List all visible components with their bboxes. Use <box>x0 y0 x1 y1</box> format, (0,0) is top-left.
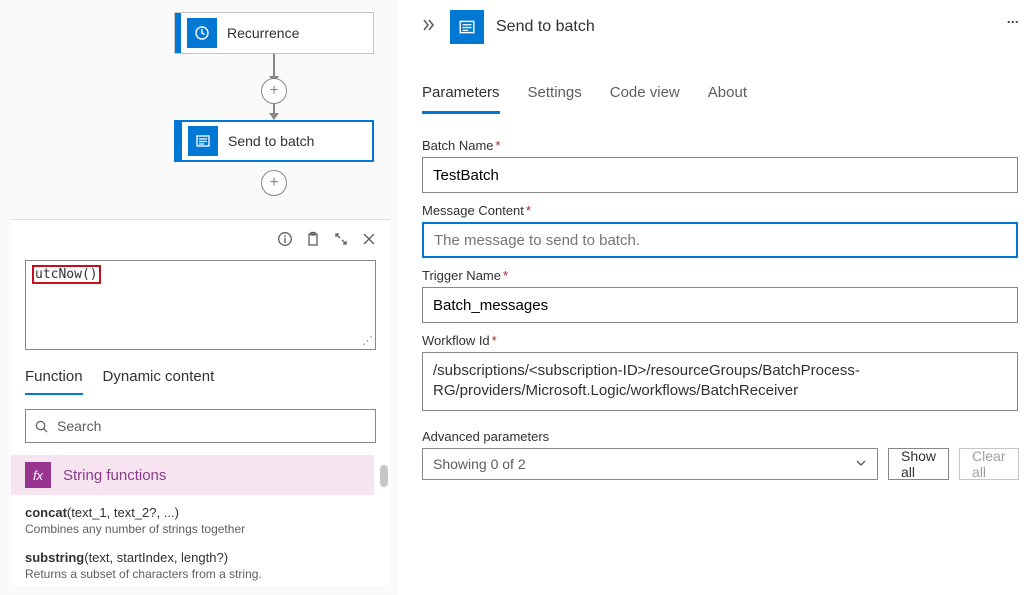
details-panel: Send to batch ⋮ Parameters Settings Code… <box>408 0 1030 595</box>
label-message-content: Message Content* <box>422 203 1016 218</box>
category-title: String functions <box>63 467 166 484</box>
more-menu-icon[interactable]: ⋮ <box>1006 16 1020 30</box>
node-recurrence[interactable]: Recurrence <box>174 12 374 54</box>
clear-all-button: Clear all <box>959 448 1018 480</box>
advanced-parameters-row: Advanced parameters Showing 0 of 2 Show … <box>422 429 1016 480</box>
node-send-to-batch[interactable]: Send to batch <box>174 120 374 162</box>
panel-tabs: Parameters Settings Code view About <box>408 54 1030 114</box>
function-description: Combines any number of strings together <box>25 522 376 536</box>
node-label: Send to batch <box>228 133 314 149</box>
node-accent <box>175 13 181 53</box>
advanced-summary: Showing 0 of 2 <box>433 456 526 472</box>
search-input[interactable]: Search <box>25 409 376 443</box>
function-signature: concat(text_1, text_2?, ...) <box>25 505 376 520</box>
search-icon <box>34 419 49 434</box>
expression-input[interactable]: utcNow() ⋰ <box>25 260 376 350</box>
collapse-icon[interactable] <box>422 18 438 36</box>
tab-code-view[interactable]: Code view <box>610 84 680 114</box>
function-item-substring[interactable]: substring(text, startIndex, length?) Ret… <box>11 540 390 585</box>
expression-panel: utcNow() ⋰ Function Dynamic content Sear… <box>11 219 390 585</box>
tab-dynamic-content[interactable]: Dynamic content <box>103 368 215 395</box>
function-signature: substring(text, startIndex, length?) <box>25 550 376 565</box>
parameters-form: Batch Name* Message Content* Trigger Nam… <box>408 114 1030 494</box>
trigger-name-input[interactable] <box>422 287 1018 323</box>
expand-icon[interactable] <box>328 226 354 252</box>
resize-handle[interactable]: ⋰ <box>362 334 373 347</box>
label-trigger-name: Trigger Name* <box>422 268 1016 283</box>
function-description: Returns a subset of characters from a st… <box>25 567 376 581</box>
tab-settings[interactable]: Settings <box>528 84 582 114</box>
tab-function[interactable]: Function <box>25 368 83 395</box>
search-placeholder: Search <box>57 418 101 434</box>
clock-icon <box>187 18 217 48</box>
category-string-functions[interactable]: fx String functions <box>11 455 374 495</box>
expression-text: utcNow() <box>32 265 101 284</box>
close-icon[interactable] <box>356 226 382 252</box>
tab-parameters[interactable]: Parameters <box>422 84 500 114</box>
label-batch-name: Batch Name* <box>422 138 1016 153</box>
batch-name-input[interactable] <box>422 157 1018 193</box>
workflow-id-input[interactable]: /subscriptions/<subscription-ID>/resourc… <box>422 352 1018 411</box>
add-step-button[interactable]: + <box>261 170 287 196</box>
connector-arrow <box>273 104 275 119</box>
batch-icon <box>188 126 218 156</box>
function-item-concat[interactable]: concat(text_1, text_2?, ...) Combines an… <box>11 495 390 540</box>
advanced-parameters-select[interactable]: Showing 0 of 2 <box>422 448 878 480</box>
add-step-button[interactable]: + <box>261 78 287 104</box>
label-advanced-parameters: Advanced parameters <box>422 429 878 444</box>
tab-about[interactable]: About <box>708 84 747 114</box>
label-workflow-id: Workflow Id* <box>422 333 1016 348</box>
batch-icon <box>450 10 484 44</box>
chevron-down-icon <box>855 456 867 472</box>
expression-tabs: Function Dynamic content <box>11 350 390 395</box>
show-all-button[interactable]: Show all <box>888 448 949 480</box>
node-label: Recurrence <box>227 25 299 41</box>
expression-toolbar <box>11 220 390 260</box>
message-content-input[interactable] <box>422 222 1018 258</box>
info-icon[interactable] <box>272 226 298 252</box>
panel-title: Send to batch <box>496 18 595 36</box>
clipboard-icon[interactable] <box>300 226 326 252</box>
panel-header: Send to batch <box>408 0 1030 54</box>
scrollbar-thumb[interactable] <box>380 465 388 487</box>
fx-icon: fx <box>25 462 51 488</box>
node-accent <box>176 122 182 160</box>
